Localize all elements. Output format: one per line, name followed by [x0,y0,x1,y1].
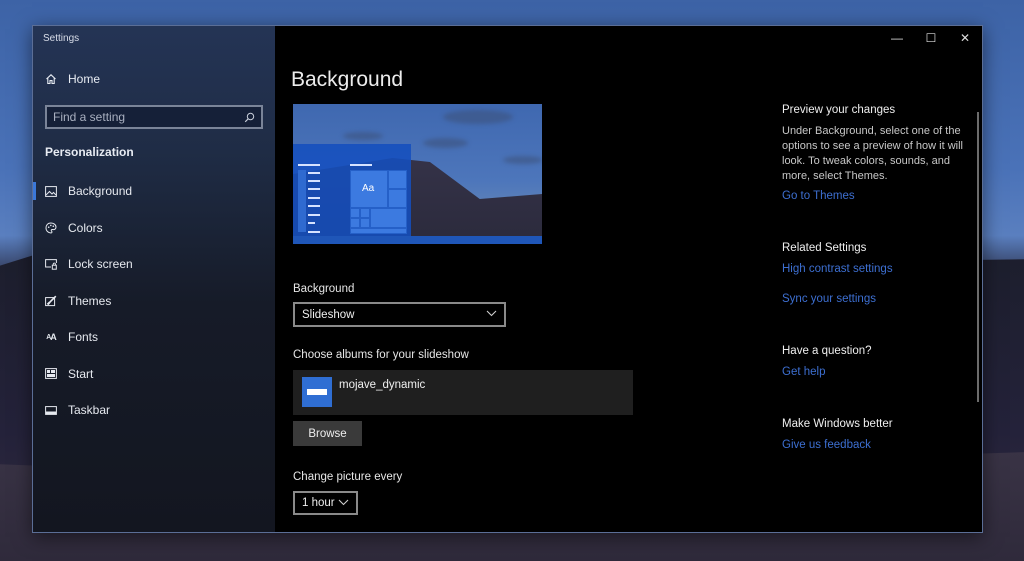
preview-menu-line [350,164,372,166]
preview-heading: Preview your changes [782,104,896,116]
scrollbar[interactable] [977,112,979,402]
preview-menu-line [308,205,320,207]
home-label: Home [68,72,101,86]
sidebar-item-label: Lock screen [68,257,133,272]
sync-settings-link[interactable]: Sync your settings [782,293,876,305]
sidebar-item-themes[interactable]: Themes [33,283,275,320]
preview-menu-line [298,164,320,166]
get-help-link[interactable]: Get help [782,366,825,378]
preview-tile [370,208,407,228]
close-icon: ✕ [959,31,971,45]
background-label: Background [293,283,355,295]
preview-tile [350,228,407,234]
preview-menu-line [308,222,315,224]
picture-icon [45,185,57,197]
related-settings-heading: Related Settings [782,242,867,254]
albums-label: Choose albums for your slideshow [293,349,469,361]
preview-tile [350,218,360,228]
search-icon[interactable] [243,111,255,123]
preview-menu-line [308,172,320,174]
preview-tile [350,208,360,218]
preview-tile [388,170,407,189]
preview-tile-large: Aa [350,170,388,208]
themes-icon [45,295,57,307]
sidebar-item-fonts[interactable]: AA Fonts [33,319,275,356]
preview-cloud [343,132,383,140]
start-icon [45,368,57,380]
fonts-icon: AA [46,332,56,343]
settings-window: Settings Home Personalization Background [32,25,983,533]
preview-taskbar [293,236,542,244]
minimize-icon: — [891,31,903,45]
chevron-down-icon [338,498,349,509]
album-item[interactable]: mojave_dynamic [293,370,633,415]
page-title: Background [291,68,404,91]
sidebar-item-label: Start [68,366,94,381]
sidebar-item-start[interactable]: Start [33,356,275,393]
background-dropdown-value: Slideshow [302,308,355,321]
preview-start-menu: Aa [293,144,411,236]
sidebar-item-lock-screen[interactable]: Lock screen [33,246,275,283]
interval-dropdown[interactable]: 1 hour [293,491,358,515]
preview-tile [360,208,370,218]
lock-screen-icon [45,258,57,270]
sidebar: Settings Home Personalization Background [33,26,275,532]
sidebar-item-label: Background [68,184,133,199]
maximize-button[interactable]: ☐ [914,26,948,50]
preview-cloud [423,138,468,148]
preview-menu-line [308,180,320,182]
give-feedback-link[interactable]: Give us feedback [782,439,871,451]
folder-icon [302,377,332,407]
preview-menu-line [308,214,320,216]
preview-menu-line [308,188,320,190]
interval-dropdown-value: 1 hour [302,497,335,509]
preview-tile [388,189,407,208]
sidebar-item-colors[interactable]: Colors [33,210,275,247]
background-preview: Aa [293,104,542,244]
close-button[interactable]: ✕ [948,26,982,50]
album-name: mojave_dynamic [339,379,426,391]
background-dropdown[interactable]: Slideshow [293,302,506,327]
feedback-heading: Make Windows better [782,418,893,430]
sidebar-item-taskbar[interactable]: Taskbar [33,392,275,429]
palette-icon [45,222,57,234]
home-icon [45,73,57,85]
search-input[interactable] [53,110,243,124]
search-box[interactable] [45,105,263,129]
question-heading: Have a question? [782,345,872,357]
go-to-themes-link[interactable]: Go to Themes [782,190,855,202]
preview-icon-column [298,170,306,232]
sidebar-item-background[interactable]: Background [33,173,275,210]
interval-label: Change picture every [293,471,403,483]
window-controls: — ☐ ✕ [880,26,982,50]
preview-tile-label: Aa [362,183,375,194]
maximize-icon: ☐ [925,31,937,45]
preview-cloud [443,110,513,124]
chevron-down-icon [486,309,497,320]
browse-button[interactable]: Browse [293,421,362,446]
taskbar-icon [45,404,57,416]
main-content: — ☐ ✕ Background Aa Background Slideshow… [275,26,982,532]
home-link[interactable]: Home [45,72,100,86]
preview-cloud [503,156,542,164]
preview-description: Under Background, select one of the opti… [782,125,963,182]
sidebar-item-label: Fonts [68,330,99,345]
sidebar-item-label: Themes [68,293,112,308]
section-title: Personalization [45,145,134,159]
sidebar-item-label: Colors [68,220,103,235]
app-title: Settings [43,33,80,44]
preview-tile [360,218,370,228]
preview-menu-line [308,231,320,233]
preview-menu-line [308,197,320,199]
minimize-button[interactable]: — [880,26,914,50]
high-contrast-link[interactable]: High contrast settings [782,263,893,275]
sidebar-item-label: Taskbar [68,403,111,418]
nav-list: Background Colors Lock screen Themes A A… [33,173,275,429]
